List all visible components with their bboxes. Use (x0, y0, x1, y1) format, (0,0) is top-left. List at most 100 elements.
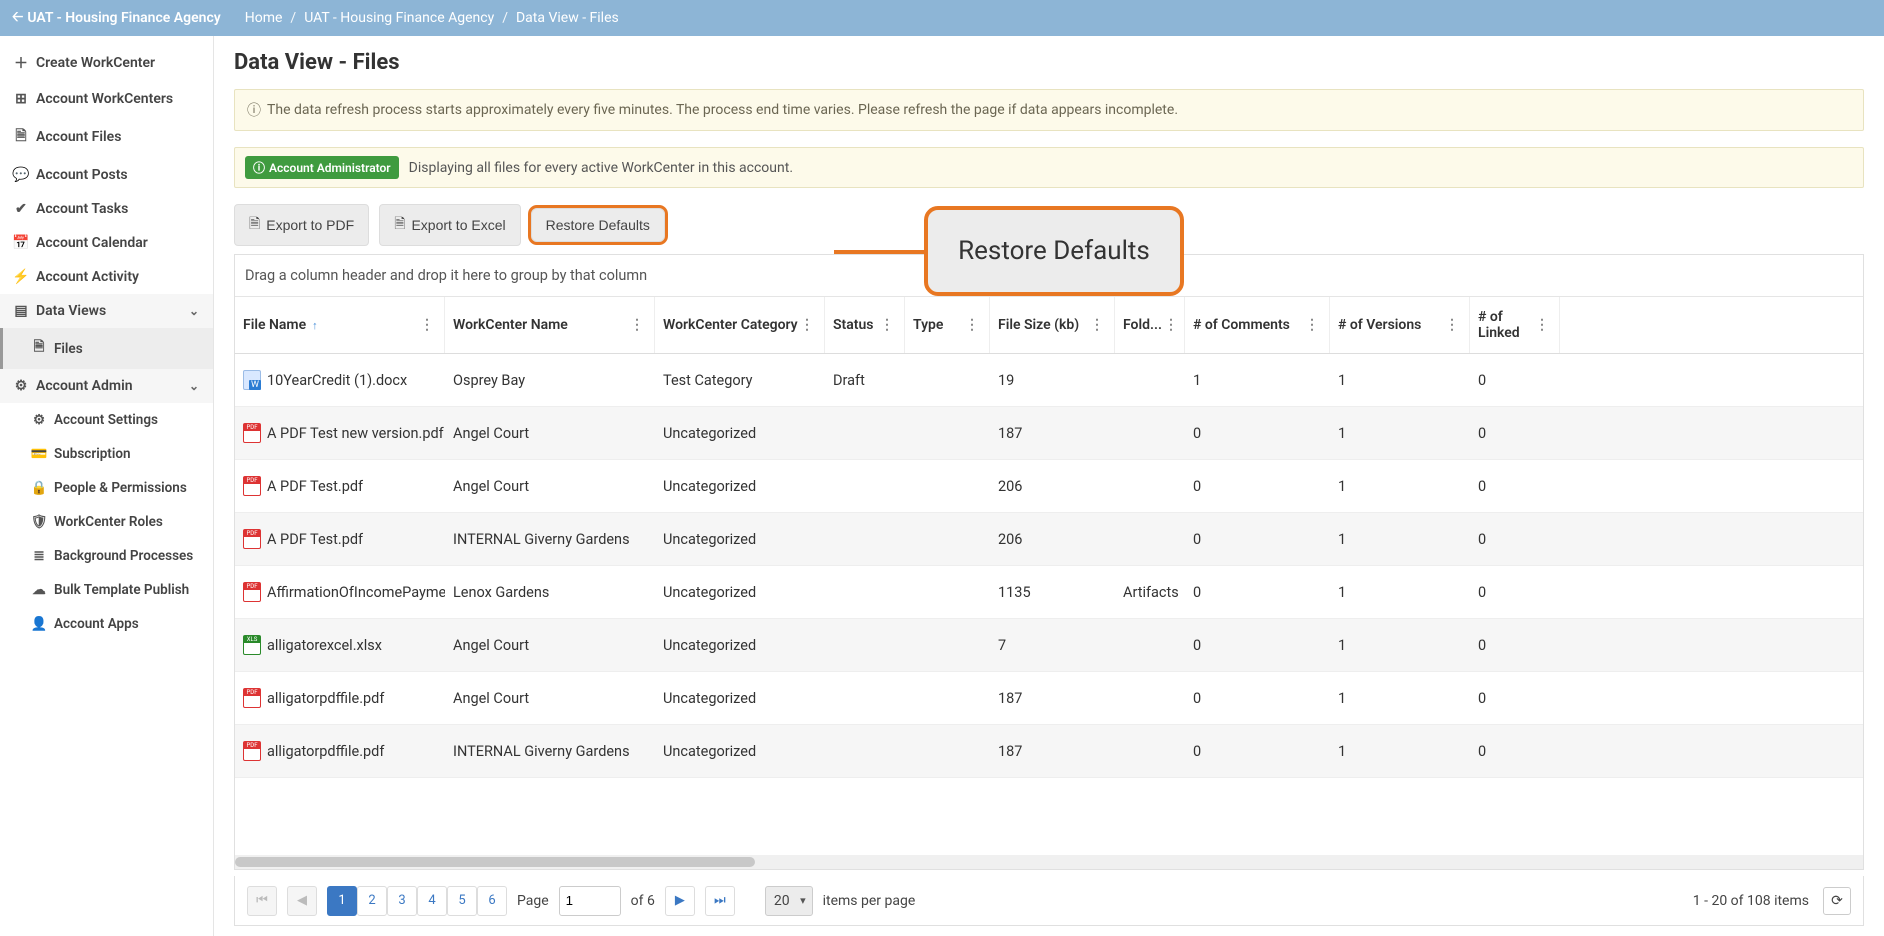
column-menu-icon[interactable]: ⋮ (1162, 317, 1180, 333)
cell (905, 635, 990, 655)
sidebar-data-views[interactable]: ▤Data Views ⌄ (0, 294, 213, 328)
column-header-8[interactable]: # of Versions⋮ (1330, 297, 1470, 353)
table-row[interactable]: alligatorpdffile.pdfAngel CourtUncategor… (235, 672, 1863, 725)
page-5-button[interactable]: 5 (447, 886, 477, 916)
page-6-button[interactable]: 6 (477, 886, 507, 916)
chevron-down-icon: ⌄ (189, 304, 199, 318)
cell: 1 (1330, 680, 1470, 717)
table-row[interactable]: A PDF Test new version.pdfAngel CourtUnc… (235, 407, 1863, 460)
column-menu-icon[interactable]: ⋮ (1303, 317, 1321, 333)
cell: Test Category (655, 362, 825, 399)
plus-icon: ＋ (14, 53, 28, 73)
cell (825, 423, 905, 443)
sidebar-account-admin[interactable]: ⚙Account Admin ⌄ (0, 369, 213, 403)
create-workcenter[interactable]: ＋ Create WorkCenter (0, 44, 213, 82)
column-header-7[interactable]: # of Comments⋮ (1185, 297, 1330, 353)
table-row[interactable]: 10YearCredit (1).docxOsprey BayTest Cate… (235, 354, 1863, 407)
sidebar-item-1[interactable]: 🗎Account Files (0, 116, 213, 158)
restore-defaults-button[interactable]: Restore Defaults (531, 208, 665, 242)
chat-icon: 💬 (14, 167, 28, 183)
cell: 206 (990, 521, 1115, 558)
column-header-3[interactable]: Status⋮ (825, 297, 905, 353)
refresh-button[interactable]: ⟳ (1823, 887, 1851, 915)
pager-last-button[interactable]: ⏭ (705, 886, 735, 916)
sidebar-admin-0[interactable]: ⚙Account Settings (0, 403, 213, 437)
sidebar-item-4[interactable]: 📅Account Calendar (0, 226, 213, 260)
column-menu-icon[interactable]: ⋮ (963, 317, 981, 333)
pdf-icon: 🗎 (249, 213, 260, 237)
sidebar-admin-6[interactable]: 👤Account Apps (0, 607, 213, 641)
table-row[interactable]: AffirmationOfIncomePayments....Lenox Gar… (235, 566, 1863, 619)
table-row[interactable]: alligatorexcel.xlsxAngel CourtUncategori… (235, 619, 1863, 672)
sidebar-item-5[interactable]: ⚡Account Activity (0, 260, 213, 294)
info-icon: ⓘ (247, 100, 261, 120)
column-header-5[interactable]: File Size (kb)⋮ (990, 297, 1115, 353)
sidebar-files[interactable]: 🗎 Files (0, 328, 213, 369)
cell: Angel Court (445, 468, 655, 505)
page-input[interactable] (559, 886, 621, 916)
page-1-button[interactable]: 1 (327, 886, 357, 916)
cell (905, 370, 990, 390)
sidebar-item-0[interactable]: ⊞Account WorkCenters (0, 82, 213, 116)
items-per-page-select[interactable]: 20 (765, 886, 813, 916)
page-of: of 6 (631, 893, 655, 909)
cell: INTERNAL Giverny Gardens (445, 733, 655, 770)
lock-icon: 🔒 (32, 480, 46, 496)
pager-next-button[interactable]: ▶ (665, 886, 695, 916)
cell: 206 (990, 468, 1115, 505)
column-menu-icon[interactable]: ⋮ (878, 317, 896, 333)
column-menu-icon[interactable]: ⋮ (418, 317, 436, 333)
pager-first-button[interactable]: ⏮ (247, 886, 277, 916)
cell: 0 (1470, 680, 1560, 717)
table-row[interactable]: alligatorpdffile.pdfINTERNAL Giverny Gar… (235, 725, 1863, 778)
breadcrumb-sep: / (290, 10, 296, 26)
column-menu-icon[interactable]: ⋮ (1088, 317, 1106, 333)
per-page-label: items per page (823, 893, 916, 909)
cell: INTERNAL Giverny Gardens (445, 521, 655, 558)
shield-icon: 🛡 (32, 514, 46, 530)
table-row[interactable]: A PDF Test.pdfINTERNAL Giverny GardensUn… (235, 513, 1863, 566)
info-alert: ⓘ The data refresh process starts approx… (234, 89, 1864, 131)
column-menu-icon[interactable]: ⋮ (798, 317, 816, 333)
sidebar-admin-2[interactable]: 🔒People & Permissions (0, 471, 213, 505)
bolt-icon: ⚡ (14, 269, 28, 285)
cell: 0 (1185, 680, 1330, 717)
breadcrumb-home[interactable]: Home (245, 10, 283, 26)
column-menu-icon[interactable]: ⋮ (628, 317, 646, 333)
column-header-2[interactable]: WorkCenter Category⋮ (655, 297, 825, 353)
breadcrumb-account[interactable]: UAT - Housing Finance Agency (304, 10, 494, 26)
column-header-6[interactable]: Fold...⋮ (1115, 297, 1185, 353)
export-excel-button[interactable]: 🗎 Export to Excel (379, 204, 520, 246)
back-label: UAT - Housing Finance Agency (27, 10, 220, 26)
sidebar-item-2[interactable]: 💬Account Posts (0, 158, 213, 192)
page-4-button[interactable]: 4 (417, 886, 447, 916)
sidebar-admin-1[interactable]: 💳Subscription (0, 437, 213, 471)
sidebar-admin-5[interactable]: ☁Bulk Template Publish (0, 573, 213, 607)
pdf-file-icon (243, 741, 261, 761)
horizontal-scrollbar[interactable] (235, 855, 1863, 869)
sidebar-item-3[interactable]: ✔Account Tasks (0, 192, 213, 226)
page-2-button[interactable]: 2 (357, 886, 387, 916)
table-row[interactable]: A PDF Test.pdfAngel CourtUncategorized20… (235, 460, 1863, 513)
column-header-0[interactable]: File Name↑⋮ (235, 297, 445, 353)
breadcrumb-current[interactable]: Data View - Files (516, 10, 619, 26)
cell (825, 688, 905, 708)
cell (825, 635, 905, 655)
column-menu-icon[interactable]: ⋮ (1443, 317, 1461, 333)
column-menu-icon[interactable]: ⋮ (1533, 317, 1551, 333)
sidebar-admin-3[interactable]: 🛡WorkCenter Roles (0, 505, 213, 539)
export-pdf-button[interactable]: 🗎 Export to PDF (234, 204, 369, 246)
column-header-1[interactable]: WorkCenter Name⋮ (445, 297, 655, 353)
main-content: Data View - Files ⓘ The data refresh pro… (214, 36, 1884, 936)
cell: 19 (990, 362, 1115, 399)
sidebar-admin-4[interactable]: ≣Background Processes (0, 539, 213, 573)
back-link[interactable]: 🡠 UAT - Housing Finance Agency (12, 6, 221, 30)
cell: 0 (1470, 574, 1560, 611)
user-icon: 👤 (32, 616, 46, 632)
admin-badge: ⓘ Account Administrator (245, 156, 399, 179)
page-3-button[interactable]: 3 (387, 886, 417, 916)
column-header-4[interactable]: Type⋮ (905, 297, 990, 353)
pager-prev-button[interactable]: ◀ (287, 886, 317, 916)
column-header-9[interactable]: # of Linked⋮ (1470, 297, 1560, 353)
pdf-file-icon (243, 423, 261, 443)
